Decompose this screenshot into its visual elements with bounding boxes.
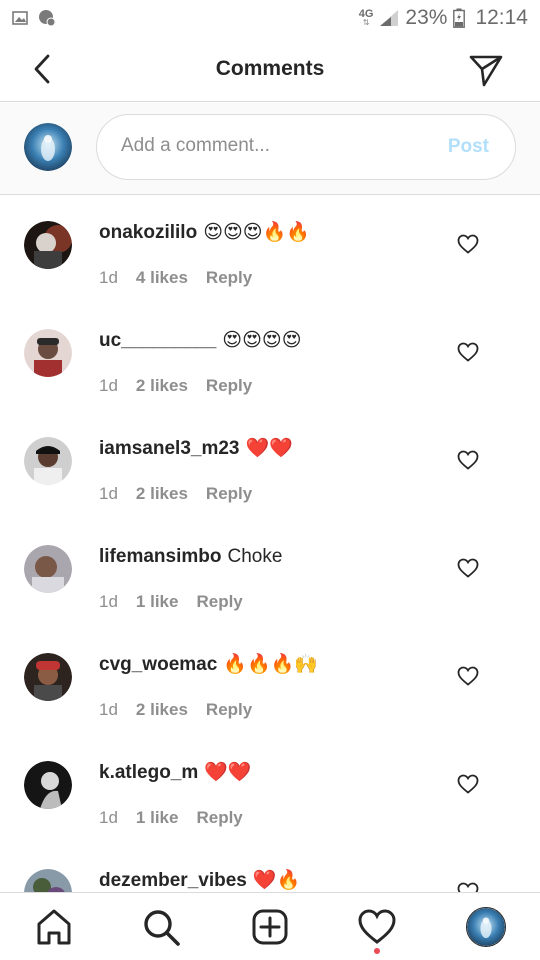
comment-likes[interactable]: 4 likes <box>136 268 188 288</box>
reply-button[interactable]: Reply <box>206 268 252 288</box>
comment-username[interactable]: cvg_woemac <box>99 654 217 675</box>
comment-item: lifemansimbo Choke 1d 1 like Reply <box>0 520 540 628</box>
comment-text: ❤️❤️ <box>204 762 252 783</box>
gallery-notification-icon <box>12 11 28 25</box>
post-button[interactable]: Post <box>448 136 489 158</box>
heart-icon[interactable] <box>456 556 480 580</box>
reply-button[interactable]: Reply <box>196 808 242 828</box>
heart-icon[interactable] <box>456 880 480 892</box>
notification-dot <box>374 948 380 954</box>
page-title: Comments <box>215 57 325 80</box>
comment-input-box[interactable]: Post <box>96 114 516 180</box>
status-bar: 4G ⇅ 23% 12:14 <box>0 0 540 38</box>
comment-text: Choke <box>227 546 283 567</box>
network-indicator: 4G ⇅ <box>358 8 374 27</box>
comment-meta: 1d 2 likes Reply <box>99 484 252 504</box>
comment-age: 1d <box>99 592 118 611</box>
comment-meta: 1d 2 likes Reply <box>99 376 252 396</box>
battery-percent: 23% <box>405 6 448 29</box>
reply-button[interactable]: Reply <box>206 700 252 720</box>
comment-likes[interactable]: 1 like <box>136 808 179 828</box>
comment-username[interactable]: uc_________ <box>99 330 216 351</box>
comment-meta: 1d 1 like Reply <box>99 592 243 612</box>
comment-input[interactable] <box>121 135 421 157</box>
comments-list[interactable]: onakozililo 😍😍😍🔥🔥 1d 4 likes Reply uc____… <box>0 196 540 892</box>
search-icon[interactable] <box>141 907 181 947</box>
profile-avatar[interactable] <box>466 907 506 947</box>
comment-username[interactable]: k.atlego_m <box>99 762 198 783</box>
comment-body: k.atlego_m ❤️❤️ <box>99 760 429 786</box>
home-icon[interactable] <box>34 907 74 947</box>
comment-likes[interactable]: 2 likes <box>136 484 188 504</box>
new-post-icon[interactable] <box>250 907 290 947</box>
comment-text: 😍😍😍😍 <box>222 330 302 351</box>
comment-text: ❤️❤️ <box>245 438 293 459</box>
comment-item: dezember_vibes ❤️🔥 <box>0 844 540 892</box>
comment-username[interactable]: dezember_vibes <box>99 870 247 891</box>
comment-item: onakozililo 😍😍😍🔥🔥 1d 4 likes Reply <box>0 196 540 304</box>
avatar[interactable] <box>24 221 72 269</box>
comment-item: iamsanel3_m23 ❤️❤️ 1d 2 likes Reply <box>0 412 540 520</box>
status-right: 4G ⇅ 23% 12:14 <box>359 6 528 30</box>
reply-button[interactable]: Reply <box>206 484 252 504</box>
comment-meta: 1d 4 likes Reply <box>99 268 252 288</box>
heart-icon[interactable] <box>456 664 480 688</box>
comment-item: cvg_woemac 🔥🔥🔥🙌 1d 2 likes Reply <box>0 628 540 736</box>
comment-likes[interactable]: 2 likes <box>136 376 188 396</box>
heart-icon[interactable] <box>456 772 480 796</box>
status-left <box>12 9 56 27</box>
reply-button[interactable]: Reply <box>206 376 252 396</box>
heart-icon[interactable] <box>456 340 480 364</box>
comment-body: cvg_woemac 🔥🔥🔥🙌 <box>99 652 429 678</box>
battery-icon <box>453 8 466 28</box>
comment-text: 🔥🔥🔥🙌 <box>223 654 318 675</box>
app-notification-icon <box>39 10 56 27</box>
comment-body: iamsanel3_m23 ❤️❤️ <box>99 436 429 462</box>
direct-share-icon[interactable] <box>468 52 504 88</box>
avatar[interactable] <box>24 329 72 377</box>
comment-item: k.atlego_m ❤️❤️ 1d 1 like Reply <box>0 736 540 844</box>
comment-body: lifemansimbo Choke <box>99 544 429 570</box>
comment-body: dezember_vibes ❤️🔥 <box>99 868 429 892</box>
avatar[interactable] <box>24 653 72 701</box>
comment-composer: Post <box>0 103 540 195</box>
activity-icon[interactable] <box>357 907 397 947</box>
comment-likes[interactable]: 2 likes <box>136 700 188 720</box>
comment-body: uc_________ 😍😍😍😍 <box>99 328 429 354</box>
comment-item: uc_________ 😍😍😍😍 1d 2 likes Reply <box>0 304 540 412</box>
avatar[interactable] <box>24 545 72 593</box>
comment-likes[interactable]: 1 like <box>136 592 179 612</box>
comment-text: 😍😍😍🔥🔥 <box>203 222 310 243</box>
clock: 12:14 <box>475 6 528 29</box>
bottom-navigation <box>0 892 540 960</box>
comment-age: 1d <box>99 484 118 503</box>
heart-icon[interactable] <box>456 232 480 256</box>
avatar[interactable] <box>24 437 72 485</box>
heart-icon[interactable] <box>456 448 480 472</box>
comment-age: 1d <box>99 700 118 719</box>
signal-icon <box>380 10 399 26</box>
header: Comments <box>0 38 540 102</box>
comment-username[interactable]: iamsanel3_m23 <box>99 438 240 459</box>
comment-meta: 1d 2 likes Reply <box>99 700 252 720</box>
own-avatar <box>24 123 72 171</box>
comment-meta: 1d 1 like Reply <box>99 808 243 828</box>
comment-text: ❤️🔥 <box>252 870 301 891</box>
comment-age: 1d <box>99 268 118 287</box>
comment-username[interactable]: lifemansimbo <box>99 546 221 567</box>
comment-body: onakozililo 😍😍😍🔥🔥 <box>99 220 429 246</box>
comment-age: 1d <box>99 376 118 395</box>
comment-age: 1d <box>99 808 118 827</box>
reply-button[interactable]: Reply <box>196 592 242 612</box>
avatar[interactable] <box>24 761 72 809</box>
comment-username[interactable]: onakozililo <box>99 222 197 243</box>
avatar[interactable] <box>24 869 72 892</box>
